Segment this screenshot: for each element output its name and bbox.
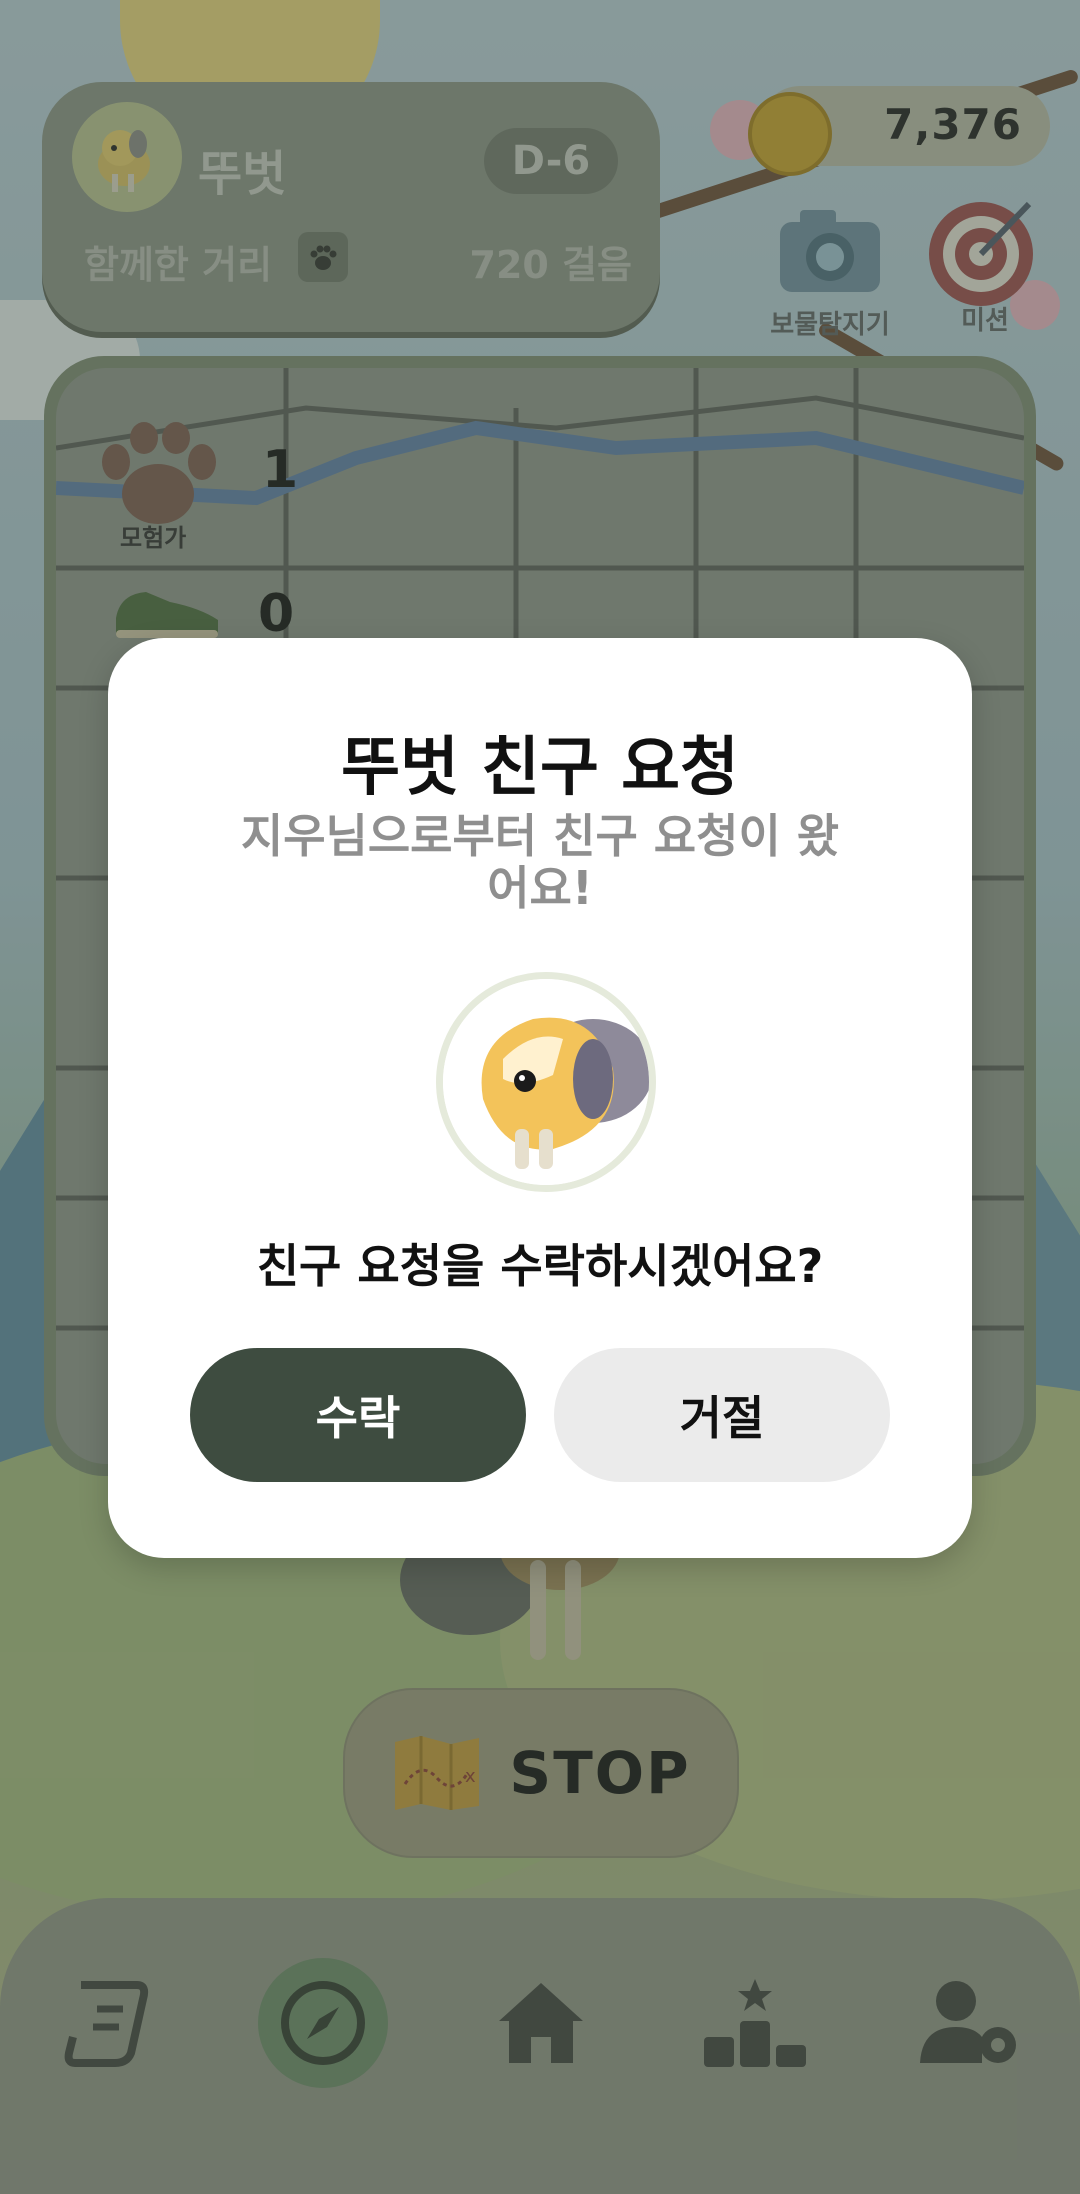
dialog-subtitle: 지우님으로부터 친구 요청이 왔어요! [240,809,840,915]
requester-avatar [436,972,656,1192]
dog-icon [443,979,649,1185]
dialog-question: 친구 요청을 수락하시겠어요? [256,1239,824,1293]
accept-button[interactable]: 수락 [190,1348,526,1482]
friend-request-dialog: 뚜벗 친구 요청 지우님으로부터 친구 요청이 왔어요! 친구 요청을 수락하시… [108,638,972,1558]
dialog-title: 뚜벗 친구 요청 [341,731,739,805]
reject-button[interactable]: 거절 [554,1348,890,1482]
